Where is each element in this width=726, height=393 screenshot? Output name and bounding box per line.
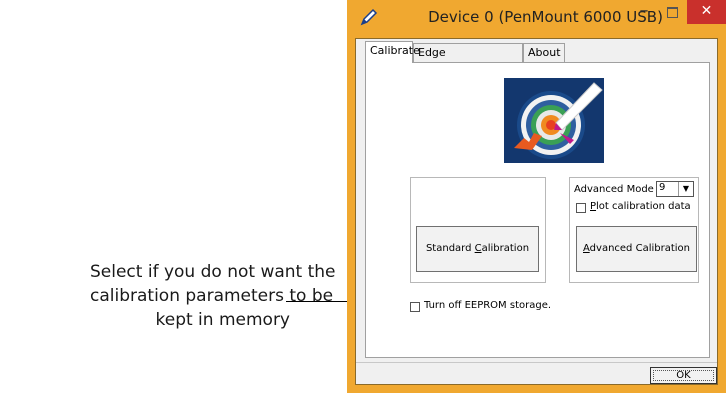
title-bar[interactable]: Device 0 (PenMount 6000 USB) – ✕ — [347, 0, 726, 38]
eeprom-storage-label[interactable]: Turn off EEPROM storage. — [424, 300, 551, 311]
footer-divider — [356, 362, 717, 363]
calibration-target-image — [504, 78, 604, 163]
callout-line-1: Select if you do not want the — [90, 262, 336, 282]
plot-calibration-checkbox[interactable] — [576, 203, 586, 213]
advanced-calibration-label: dvanced Calibration — [589, 243, 690, 254]
standard-calibration-mnemonic: C — [474, 243, 482, 254]
ok-button[interactable]: OK — [650, 367, 717, 384]
standard-calibration-button[interactable]: Standard Calibration — [416, 226, 539, 272]
device-dialog-window: Device 0 (PenMount 6000 USB) – ✕ Calibra… — [347, 0, 726, 393]
dialog-client-area: Calibrate Edge Compensation About — [355, 38, 718, 385]
advanced-mode-value: 9 — [659, 182, 666, 193]
tab-edge-compensation[interactable]: Edge Compensation — [413, 43, 523, 77]
callout-line-2: calibration parameters to be — [90, 286, 334, 306]
plot-calibration-label-text: lot calibration data — [596, 201, 691, 212]
standard-calibration-label-post: alibration — [481, 243, 530, 254]
eeprom-storage-checkbox[interactable] — [410, 302, 420, 312]
callout-line-3: kept in memory — [155, 310, 291, 330]
plot-calibration-label[interactable]: Plot calibration data — [590, 201, 691, 212]
calibrate-tab-page: Standard Calibration Advanced Mode 9 ▼ P… — [365, 62, 710, 358]
minimize-button[interactable]: – — [631, 0, 657, 24]
chevron-down-icon[interactable]: ▼ — [678, 182, 693, 196]
target-icon — [514, 82, 603, 159]
close-button[interactable]: ✕ — [687, 0, 726, 24]
advanced-calibration-button[interactable]: Advanced Calibration — [576, 226, 697, 272]
advanced-mode-label: Advanced Mode — [574, 184, 654, 195]
callout-text: Select if you do not want the calibratio… — [90, 260, 336, 332]
tab-calibrate[interactable]: Calibrate — [365, 41, 420, 63]
advanced-calibration-mnemonic: A — [583, 243, 590, 254]
maximize-button[interactable] — [659, 0, 685, 24]
maximize-icon — [666, 7, 678, 18]
tab-about[interactable]: About — [523, 43, 565, 63]
advanced-mode-select[interactable]: 9 ▼ — [656, 181, 694, 197]
standard-calibration-label-pre: Standard — [425, 243, 475, 254]
